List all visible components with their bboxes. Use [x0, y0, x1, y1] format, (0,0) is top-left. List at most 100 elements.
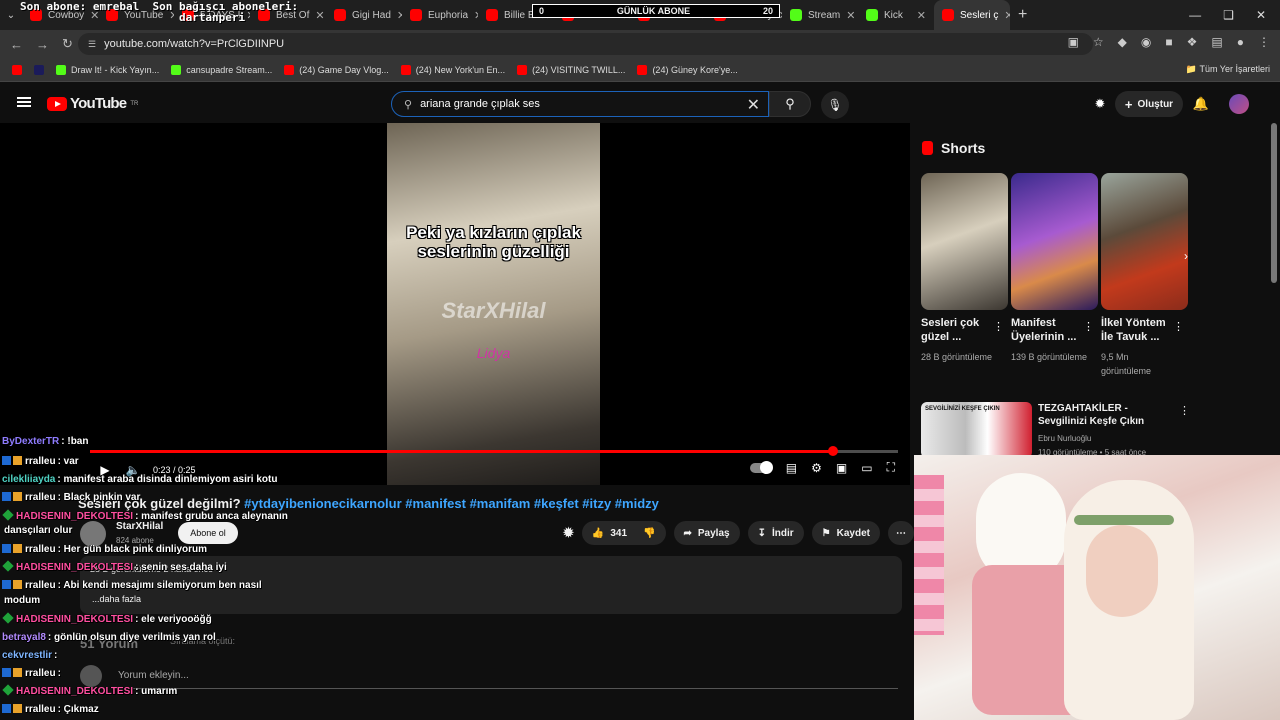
short-thumbnail[interactable] — [1101, 173, 1188, 310]
related-channel[interactable]: Ebru Nurluoğlu — [1038, 432, 1146, 446]
chat-message: cekvrestlir: — [2, 650, 57, 661]
search-input[interactable]: ⚲ ariana grande çıplak ses ✕ — [391, 91, 769, 117]
menu-dots-icon[interactable]: ⋮ — [1258, 35, 1270, 49]
short-thumbnail[interactable] — [1011, 173, 1098, 310]
chat-text: : Çıkmaz — [57, 704, 99, 715]
youtube-play-icon — [47, 96, 67, 111]
autoplay-toggle[interactable] — [749, 460, 773, 474]
shorts-next-icon[interactable]: › — [1176, 246, 1196, 266]
bookmark-favicon-icon — [400, 64, 411, 75]
bookmark-item[interactable]: Draw It! - Kick Yayın... — [56, 64, 159, 75]
browser-tab[interactable]: Euphoria✕ — [402, 0, 478, 30]
short-title[interactable]: Sesleri çok güzel ... — [921, 316, 995, 344]
restore-icon[interactable]: ❑ — [1223, 8, 1234, 22]
miniplayer-icon[interactable]: ▣ — [836, 461, 847, 475]
search-button[interactable]: ⚲ — [769, 91, 811, 117]
youtube-logo[interactable]: YouTube TR — [47, 95, 138, 112]
url-field[interactable]: ☰ youtube.com/watch?v=PrClGDIINPU — [78, 33, 1093, 55]
tab-close-icon[interactable]: ✕ — [846, 9, 855, 22]
forward-icon[interactable]: → — [36, 37, 52, 52]
video-hashtags[interactable]: #ytdayibenionecikarnolur #manifest #mani… — [244, 496, 659, 511]
related-video-thumbnail[interactable]: SEVGİLİNİZİ KEŞFE ÇIKIN — [921, 402, 1032, 458]
browser-tab[interactable]: Sesleri ç ✕ — [934, 0, 1010, 30]
theater-icon[interactable]: ▭ — [861, 461, 872, 475]
chat-username: HADISENIN_DEKOLTESI — [16, 511, 134, 522]
bookmark-item[interactable]: (24) Güney Kore'ye... — [637, 64, 738, 75]
notifications-icon[interactable]: 🔔 — [1192, 95, 1210, 113]
short-title[interactable]: İlkel Yöntem İle Tavuk ... — [1101, 316, 1175, 344]
puzzle-icon[interactable]: ❖ — [1187, 35, 1198, 49]
close-window-icon[interactable]: ✕ — [1256, 8, 1266, 22]
related-video-title[interactable]: TEZGAHTAKİLER - Sevgilinizi Keşfe Çıkın — [1038, 402, 1178, 428]
fullscreen-icon[interactable]: ⛶ — [887, 460, 895, 475]
minimize-icon[interactable]: — — [1189, 8, 1201, 22]
profile-icon[interactable]: ● — [1237, 35, 1244, 49]
share-button[interactable]: ➦ Paylaş — [673, 521, 740, 545]
progress-knob[interactable] — [828, 446, 839, 456]
back-icon[interactable]: ← — [10, 37, 26, 52]
add-comment-input[interactable]: Yorum ekleyin... — [118, 670, 189, 681]
bookmark-star-icon[interactable]: ☆ — [1093, 35, 1104, 49]
menu-icon[interactable] — [17, 97, 31, 107]
bookmark-item[interactable]: (24) VISITING TWILL... — [517, 64, 625, 75]
dislike-icon[interactable]: 👎 — [643, 528, 655, 539]
description-more[interactable]: ...daha fazla — [92, 594, 141, 604]
browser-tab[interactable]: Stream ✕ — [782, 0, 858, 30]
chat-username: rralleu — [25, 492, 56, 503]
short-more-icon[interactable]: ⋮ — [1083, 320, 1094, 333]
reload-icon[interactable]: ↻ — [62, 36, 78, 52]
browser-tab[interactable]: Kick ✕ — [858, 0, 934, 30]
create-button[interactable]: + Oluştur — [1115, 91, 1183, 117]
webcam-streamer-face — [1086, 525, 1158, 617]
youtube-header: YouTube TR ⚲ ariana grande çıplak ses ✕ … — [0, 85, 1280, 123]
short-thumbnail[interactable] — [921, 173, 1008, 310]
tab-close-icon[interactable]: ✕ — [917, 9, 926, 22]
all-bookmarks[interactable]: 📁 Tüm Yer İşaretleri — [1186, 64, 1270, 75]
new-tab-button[interactable]: + — [1010, 6, 1035, 24]
tab-search-icon[interactable]: ⌄ — [0, 10, 22, 21]
subtitles-icon[interactable]: ▤ — [786, 461, 797, 475]
page-scrollbar[interactable] — [1271, 123, 1277, 283]
clear-search-icon[interactable]: ✕ — [747, 95, 760, 115]
site-info-icon[interactable]: ☰ — [88, 39, 96, 50]
bookmark-item[interactable]: cansupadre Stream... — [171, 64, 272, 75]
progress-bar[interactable] — [90, 446, 898, 456]
voice-search-button[interactable]: 🎙 — [821, 91, 849, 119]
related-more-icon[interactable]: ⋮ — [1179, 404, 1190, 417]
short-more-icon[interactable]: ⋮ — [993, 320, 1004, 333]
chat-text: : manifest grubu anca aleynanın — [135, 511, 288, 522]
extension-icon[interactable]: ◆ — [1118, 35, 1127, 49]
webcam-flower-crown — [1074, 515, 1174, 525]
settings-gear-icon[interactable]: ⚙ — [811, 461, 822, 475]
download-button[interactable]: ↧ İndir — [747, 521, 804, 545]
comment-input-underline — [118, 688, 898, 689]
like-icon[interactable]: 👍 — [592, 528, 604, 539]
bookmark-twitch-icon[interactable] — [34, 64, 44, 75]
tab-close-icon[interactable]: ✕ — [315, 9, 324, 22]
install-icon[interactable]: ▣ — [1068, 35, 1079, 49]
premium-action-icon[interactable]: ✹ — [563, 525, 574, 541]
video-frame[interactable]: Peki ya kızların çıplak seslerinin güzel… — [387, 123, 600, 485]
premium-badge-icon[interactable]: ✹ — [1091, 95, 1109, 113]
bookmark-yt-icon[interactable] — [12, 64, 22, 75]
short-more-icon[interactable]: ⋮ — [1173, 320, 1184, 333]
more-actions-button[interactable]: ⋯ — [887, 521, 914, 545]
sidebar-icon[interactable]: ▤ — [1211, 35, 1222, 49]
account-avatar[interactable] — [1229, 94, 1249, 114]
short-title[interactable]: Manifest Üyelerinin ... — [1011, 316, 1085, 344]
bookmark-item[interactable]: (24) New York'un En... — [400, 64, 505, 75]
subscribe-button[interactable]: Abone ol — [178, 522, 238, 544]
extension3-icon[interactable]: ■ — [1165, 35, 1172, 49]
like-count[interactable]: 341 — [610, 528, 627, 539]
bookmark-item[interactable]: (24) Game Day Vlog... — [284, 64, 389, 75]
video-player[interactable]: Peki ya kızların çıplak seslerinin güzel… — [0, 123, 910, 485]
extension2-icon[interactable]: ◉ — [1141, 35, 1151, 49]
browser-tab[interactable]: Gigi Had ✕ — [326, 0, 402, 30]
daily-sub-counter: 0 GÜNLÜK ABONE 20 — [532, 4, 780, 18]
channel-name[interactable]: StarXHilal — [116, 521, 163, 532]
save-button[interactable]: ⚑ Kaydet — [811, 521, 880, 545]
chat-message: rralleu: Her gün black pink dinliyorum — [2, 544, 207, 555]
tab-close-icon[interactable]: ✕ — [1004, 9, 1010, 22]
webcam-flowers — [914, 475, 944, 635]
chat-message: rralleu: — [2, 668, 61, 679]
